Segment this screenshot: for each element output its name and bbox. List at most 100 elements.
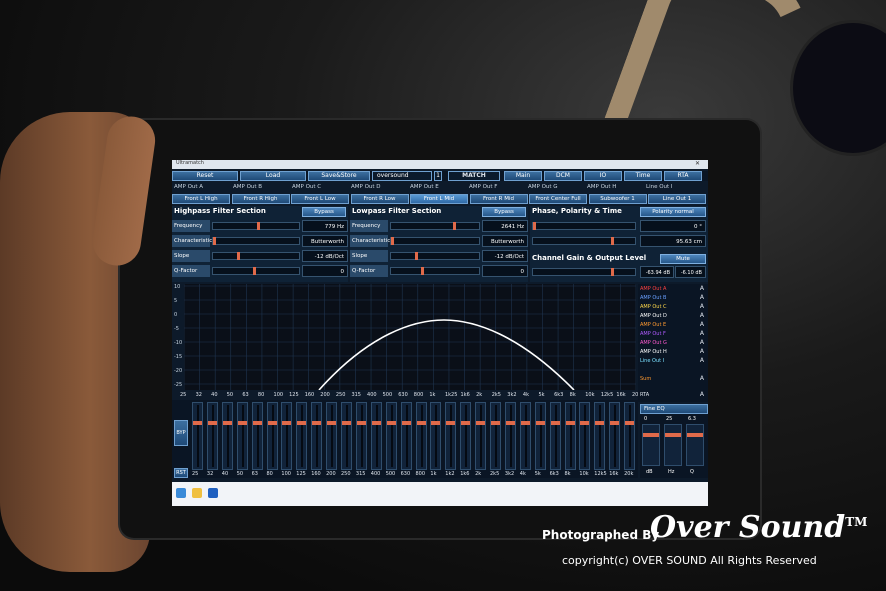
channel-tab[interactable]: Front L Mid <box>410 194 468 204</box>
fader-knob[interactable] <box>565 421 575 425</box>
preset-name-field[interactable]: oversound <box>372 171 432 181</box>
fader-knob[interactable] <box>610 421 620 425</box>
save-store-button[interactable]: Save&Store <box>308 171 370 181</box>
fader-knob[interactable] <box>550 421 560 425</box>
fader-knob[interactable] <box>416 421 426 425</box>
highpass-slope-value[interactable]: -12 dB/Oct <box>302 250 348 262</box>
eq-band-fader[interactable] <box>341 402 352 470</box>
amp-output-option[interactable]: AMP Out H <box>587 184 616 190</box>
output-list-item[interactable]: AMP Out A <box>640 286 666 292</box>
fader-knob[interactable] <box>580 421 590 425</box>
output-list-item[interactable]: AMP Out D <box>640 313 667 319</box>
tab-io[interactable]: IO <box>584 171 622 181</box>
output-list-toggle[interactable]: A <box>700 391 704 398</box>
distance-value[interactable]: 95.63 cm <box>640 235 706 247</box>
output-list-item[interactable]: AMP Out G <box>640 340 667 346</box>
eq-band-fader[interactable] <box>445 402 457 470</box>
polarity-button[interactable]: Polarity normal <box>640 207 706 217</box>
load-button[interactable]: Load <box>240 171 306 181</box>
lowpass-characteristic-slider[interactable] <box>390 237 480 245</box>
fader-knob[interactable] <box>431 421 441 425</box>
eq-bypass-button[interactable]: BYP <box>174 420 188 446</box>
fader-knob[interactable] <box>193 421 202 425</box>
slider-knob[interactable] <box>237 252 240 260</box>
fader-knob[interactable] <box>595 421 605 425</box>
eq-band-fader[interactable] <box>266 402 278 470</box>
app-icon[interactable] <box>208 488 218 498</box>
eq-band-fader[interactable] <box>624 402 636 470</box>
highpass-characteristic-value[interactable]: Butterworth <box>302 235 348 247</box>
slider-knob[interactable] <box>415 252 418 260</box>
start-icon[interactable] <box>176 488 186 498</box>
eq-band-fader[interactable] <box>236 402 248 470</box>
highpass-frequency-slider[interactable] <box>212 222 300 230</box>
eq-band-fader[interactable] <box>594 402 606 470</box>
eq-band-fader[interactable] <box>221 402 233 470</box>
rta-item[interactable]: RTA <box>640 392 649 398</box>
fine-eq-value[interactable]: 25 <box>666 416 672 422</box>
slider-knob[interactable] <box>257 222 260 230</box>
reset-button[interactable]: Reset <box>172 171 238 181</box>
eq-band-fader[interactable] <box>296 402 308 470</box>
amp-output-option[interactable]: AMP Out G <box>528 184 558 190</box>
folder-icon[interactable] <box>192 488 202 498</box>
output-list-item[interactable]: AMP Out C <box>640 304 666 310</box>
amp-output-option[interactable]: AMP Out B <box>233 184 262 190</box>
channel-tab[interactable]: Front Center Full <box>529 194 587 204</box>
amp-output-option[interactable]: AMP Out C <box>292 184 321 190</box>
amp-output-option[interactable]: AMP Out E <box>410 184 439 190</box>
output-level-value[interactable]: -63.94 dB <box>640 266 674 278</box>
eq-band-fader[interactable] <box>370 402 382 470</box>
eq-band-fader[interactable] <box>281 402 293 470</box>
slider-knob[interactable] <box>453 222 456 230</box>
eq-band-fader[interactable] <box>609 402 621 470</box>
slider-knob[interactable] <box>533 222 536 230</box>
output-list-toggle[interactable]: A <box>700 357 704 364</box>
channel-tab[interactable]: Front L High <box>172 194 230 204</box>
fader-knob[interactable] <box>520 421 530 425</box>
output-list-item[interactable]: Line Out I <box>640 358 664 364</box>
window-close-button[interactable]: ✕ <box>695 160 706 167</box>
fader-knob[interactable] <box>505 421 515 425</box>
lowpass-frequency-value[interactable]: 2641 Hz <box>482 220 528 232</box>
lowpass-frequency-slider[interactable] <box>390 222 480 230</box>
eq-band-fader[interactable] <box>251 402 263 470</box>
slider-knob[interactable] <box>611 268 614 276</box>
slider-knob[interactable] <box>611 237 614 245</box>
fader-knob[interactable] <box>356 421 366 425</box>
output-list-toggle[interactable]: A <box>700 294 704 301</box>
fine-eq-fader[interactable] <box>686 424 704 466</box>
eq-band-fader[interactable] <box>504 402 516 470</box>
output-list-toggle[interactable]: A <box>700 348 704 355</box>
eq-band-fader[interactable] <box>206 402 218 470</box>
channel-tab[interactable]: Front R Mid <box>469 194 528 204</box>
fine-eq-value[interactable]: 6.3 <box>688 416 696 422</box>
output-list-item[interactable]: AMP Out F <box>640 331 666 337</box>
fader-knob[interactable] <box>386 421 396 425</box>
channel-tab[interactable]: Front R High <box>231 194 290 204</box>
fader-knob[interactable] <box>476 421 486 425</box>
eq-band-fader[interactable] <box>385 402 397 470</box>
amp-output-option[interactable]: AMP Out A <box>174 184 203 190</box>
mute-button[interactable]: Mute <box>660 254 706 264</box>
fine-eq-value[interactable]: 0 <box>644 416 647 422</box>
channel-tab[interactable]: Front L Low <box>291 194 349 204</box>
phase-slider[interactable] <box>532 222 636 230</box>
eq-band-fader[interactable] <box>579 402 591 470</box>
preset-index[interactable]: 1 <box>434 171 442 181</box>
channel-tab[interactable]: Front R Low <box>350 194 409 204</box>
fader-knob[interactable] <box>327 421 337 425</box>
fader-knob[interactable] <box>643 433 659 437</box>
highpass-frequency-value[interactable]: 779 Hz <box>302 220 348 232</box>
fader-knob[interactable] <box>625 421 635 425</box>
sum-item[interactable]: Sum <box>640 376 651 382</box>
eq-band-fader[interactable] <box>355 402 367 470</box>
lowpass-characteristic-value[interactable]: Butterworth <box>482 235 528 247</box>
tab-main[interactable]: Main <box>504 171 542 181</box>
fine-eq-select[interactable]: Fine EQ <box>640 404 708 414</box>
fader-knob[interactable] <box>535 421 545 425</box>
fine-eq-fader[interactable] <box>642 424 660 466</box>
fader-knob[interactable] <box>491 421 500 425</box>
fader-knob[interactable] <box>461 421 471 425</box>
fader-knob[interactable] <box>237 421 247 425</box>
